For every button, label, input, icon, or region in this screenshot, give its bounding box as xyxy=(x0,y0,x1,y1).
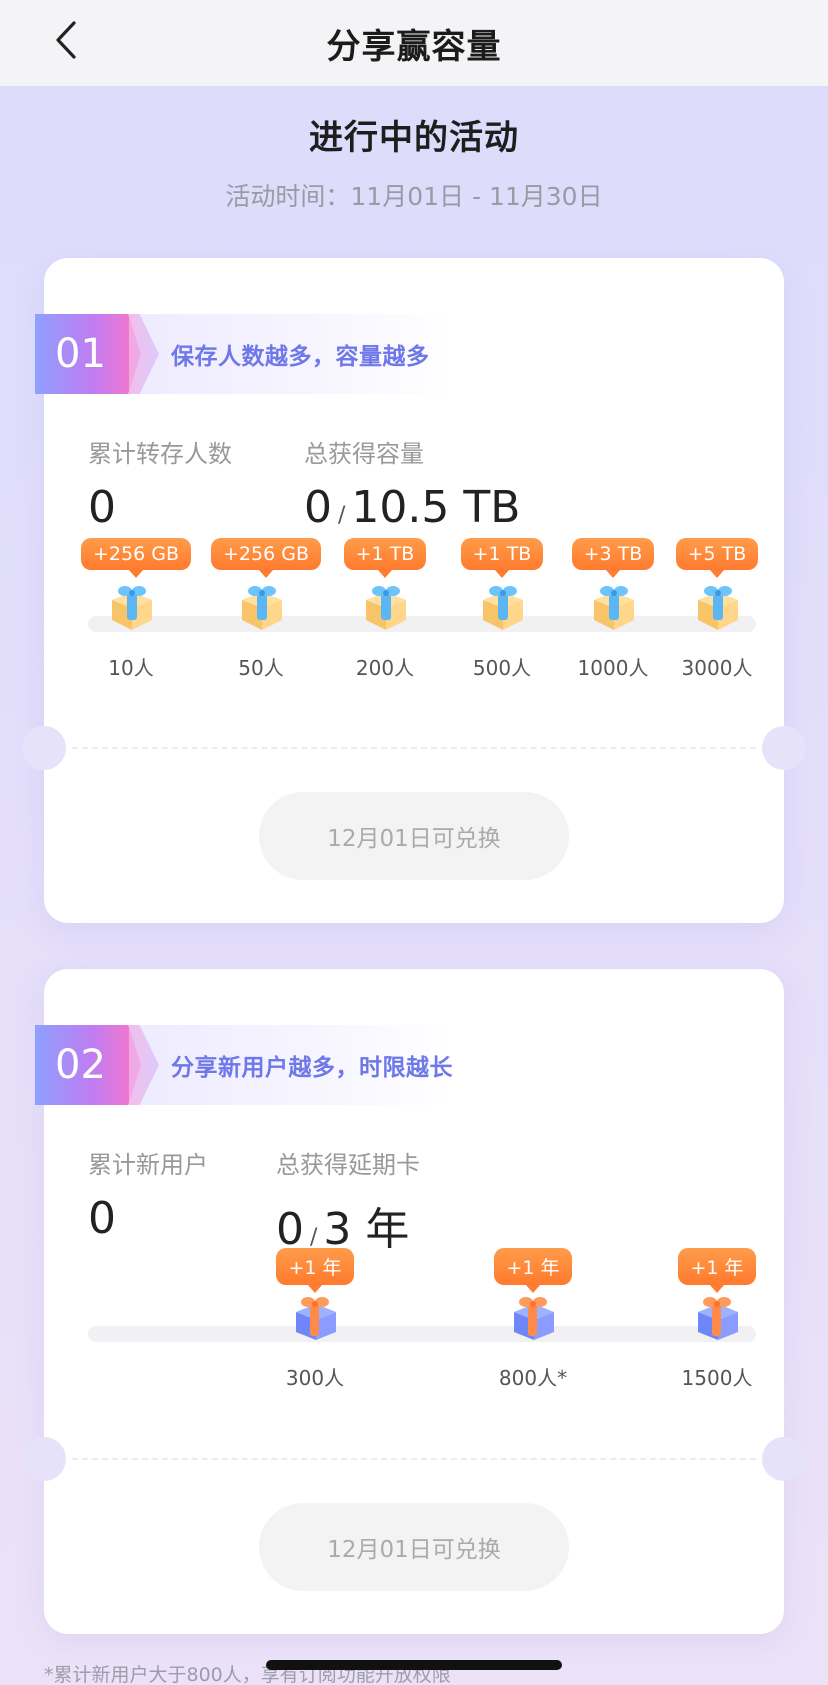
ticket-notch xyxy=(762,726,806,770)
milestone: +1 TB 200人 xyxy=(335,538,435,680)
activity-number: 01 xyxy=(35,314,141,394)
activity-heading: 分享新用户越多，时限越长 xyxy=(171,1055,453,1081)
milestone-people: 500人 xyxy=(472,656,532,680)
milestone-people: 10人 xyxy=(108,656,154,680)
capacity-earned: 0 xyxy=(304,482,332,533)
redeem-button[interactable]: 12月01日可兑换 xyxy=(259,1503,569,1591)
reward-tag: +1 年 xyxy=(678,1248,756,1293)
stat-label-extension: 总获得延期卡 xyxy=(276,1151,420,1179)
ticket-notch xyxy=(762,1437,806,1481)
milestone-people: 3000人 xyxy=(681,656,753,680)
milestone: +1 年 800人* xyxy=(483,1248,583,1390)
gift-box-icon xyxy=(692,1292,744,1344)
stat-value-saves: 0 xyxy=(88,482,116,533)
capacity-total: 10.5 TB xyxy=(351,482,521,533)
milestone: +1 TB 500人 xyxy=(452,538,552,680)
milestone: +256 GB 50人 xyxy=(211,538,321,680)
activity-period: 活动时间：11月01日 - 11月30日 xyxy=(225,182,603,211)
capacity-slash: / xyxy=(338,503,346,528)
gift-box-icon xyxy=(692,582,744,634)
stat-label-capacity: 总获得容量 xyxy=(304,440,424,468)
activity-badge: 02 分享新用户越多，时限越长 xyxy=(35,1025,455,1105)
activity-card-1: 01 保存人数越多，容量越多 累计转存人数 0 总获得容量 0/10.5 TB … xyxy=(22,258,806,923)
stat-label-saves: 累计转存人数 xyxy=(88,440,232,468)
activity-header: 进行中的活动 活动时间：11月01日 - 11月30日 xyxy=(0,110,828,213)
milestone: +1 年 1500人 xyxy=(667,1248,767,1390)
reward-tag: +3 TB xyxy=(571,538,655,578)
reward-tag: +5 TB xyxy=(675,538,759,578)
milestone-people: 1500人 xyxy=(681,1366,753,1390)
gift-box-icon xyxy=(290,1292,342,1344)
progress-track xyxy=(88,616,756,632)
ticket-notch xyxy=(22,1437,66,1481)
milestone: +256 GB 10人 xyxy=(81,538,191,680)
back-button[interactable] xyxy=(46,18,86,62)
page-title: 分享赢容量 xyxy=(326,26,502,67)
stat-label-new-users: 累计新用户 xyxy=(88,1151,208,1179)
milestone-people: 800人* xyxy=(498,1366,568,1390)
progress-track xyxy=(88,1326,756,1342)
gift-box-icon xyxy=(236,582,288,634)
stat-value-capacity: 0/10.5 TB xyxy=(304,482,520,533)
milestone-people: 200人 xyxy=(355,656,415,680)
milestone: +5 TB 3000人 xyxy=(667,538,767,680)
section-title: 进行中的活动 xyxy=(309,118,519,158)
reward-tag: +1 年 xyxy=(494,1248,572,1293)
reward-tag: +256 GB xyxy=(211,538,321,578)
chevron-left-icon xyxy=(56,21,76,59)
activity-badge: 01 保存人数越多，容量越多 xyxy=(35,314,455,394)
milestone-people: 300人 xyxy=(285,1366,345,1390)
milestone: +3 TB 1000人 xyxy=(563,538,663,680)
gift-box-icon xyxy=(508,1292,560,1344)
ticket-notch xyxy=(22,726,66,770)
reward-tag: +1 TB xyxy=(460,538,544,578)
extension-slash: / xyxy=(310,1225,318,1250)
gift-box-icon xyxy=(477,582,529,634)
gift-box-icon xyxy=(360,582,412,634)
divider xyxy=(72,1458,756,1460)
stat-value-new-users: 0 xyxy=(88,1193,116,1244)
badge-chevron xyxy=(129,314,159,394)
milestone: +1 年 300人 xyxy=(265,1248,365,1390)
gift-box-icon xyxy=(106,582,158,634)
activity-number: 02 xyxy=(35,1025,141,1105)
divider xyxy=(72,747,756,749)
redeem-button[interactable]: 12月01日可兑换 xyxy=(259,792,569,880)
activity-heading: 保存人数越多，容量越多 xyxy=(171,344,430,370)
milestone-people: 1000人 xyxy=(577,656,649,680)
gift-box-icon xyxy=(588,582,640,634)
nav-bar: 分享赢容量 xyxy=(0,0,828,86)
reward-tag: +256 GB xyxy=(81,538,191,578)
home-indicator xyxy=(266,1660,562,1670)
badge-chevron xyxy=(129,1025,159,1105)
reward-tag: +1 年 xyxy=(276,1248,354,1293)
reward-tag: +1 TB xyxy=(343,538,427,578)
activity-card-2: 02 分享新用户越多，时限越长 累计新用户 0 总获得延期卡 0/3 年 +1 … xyxy=(22,969,806,1634)
milestone-people: 50人 xyxy=(238,656,284,680)
